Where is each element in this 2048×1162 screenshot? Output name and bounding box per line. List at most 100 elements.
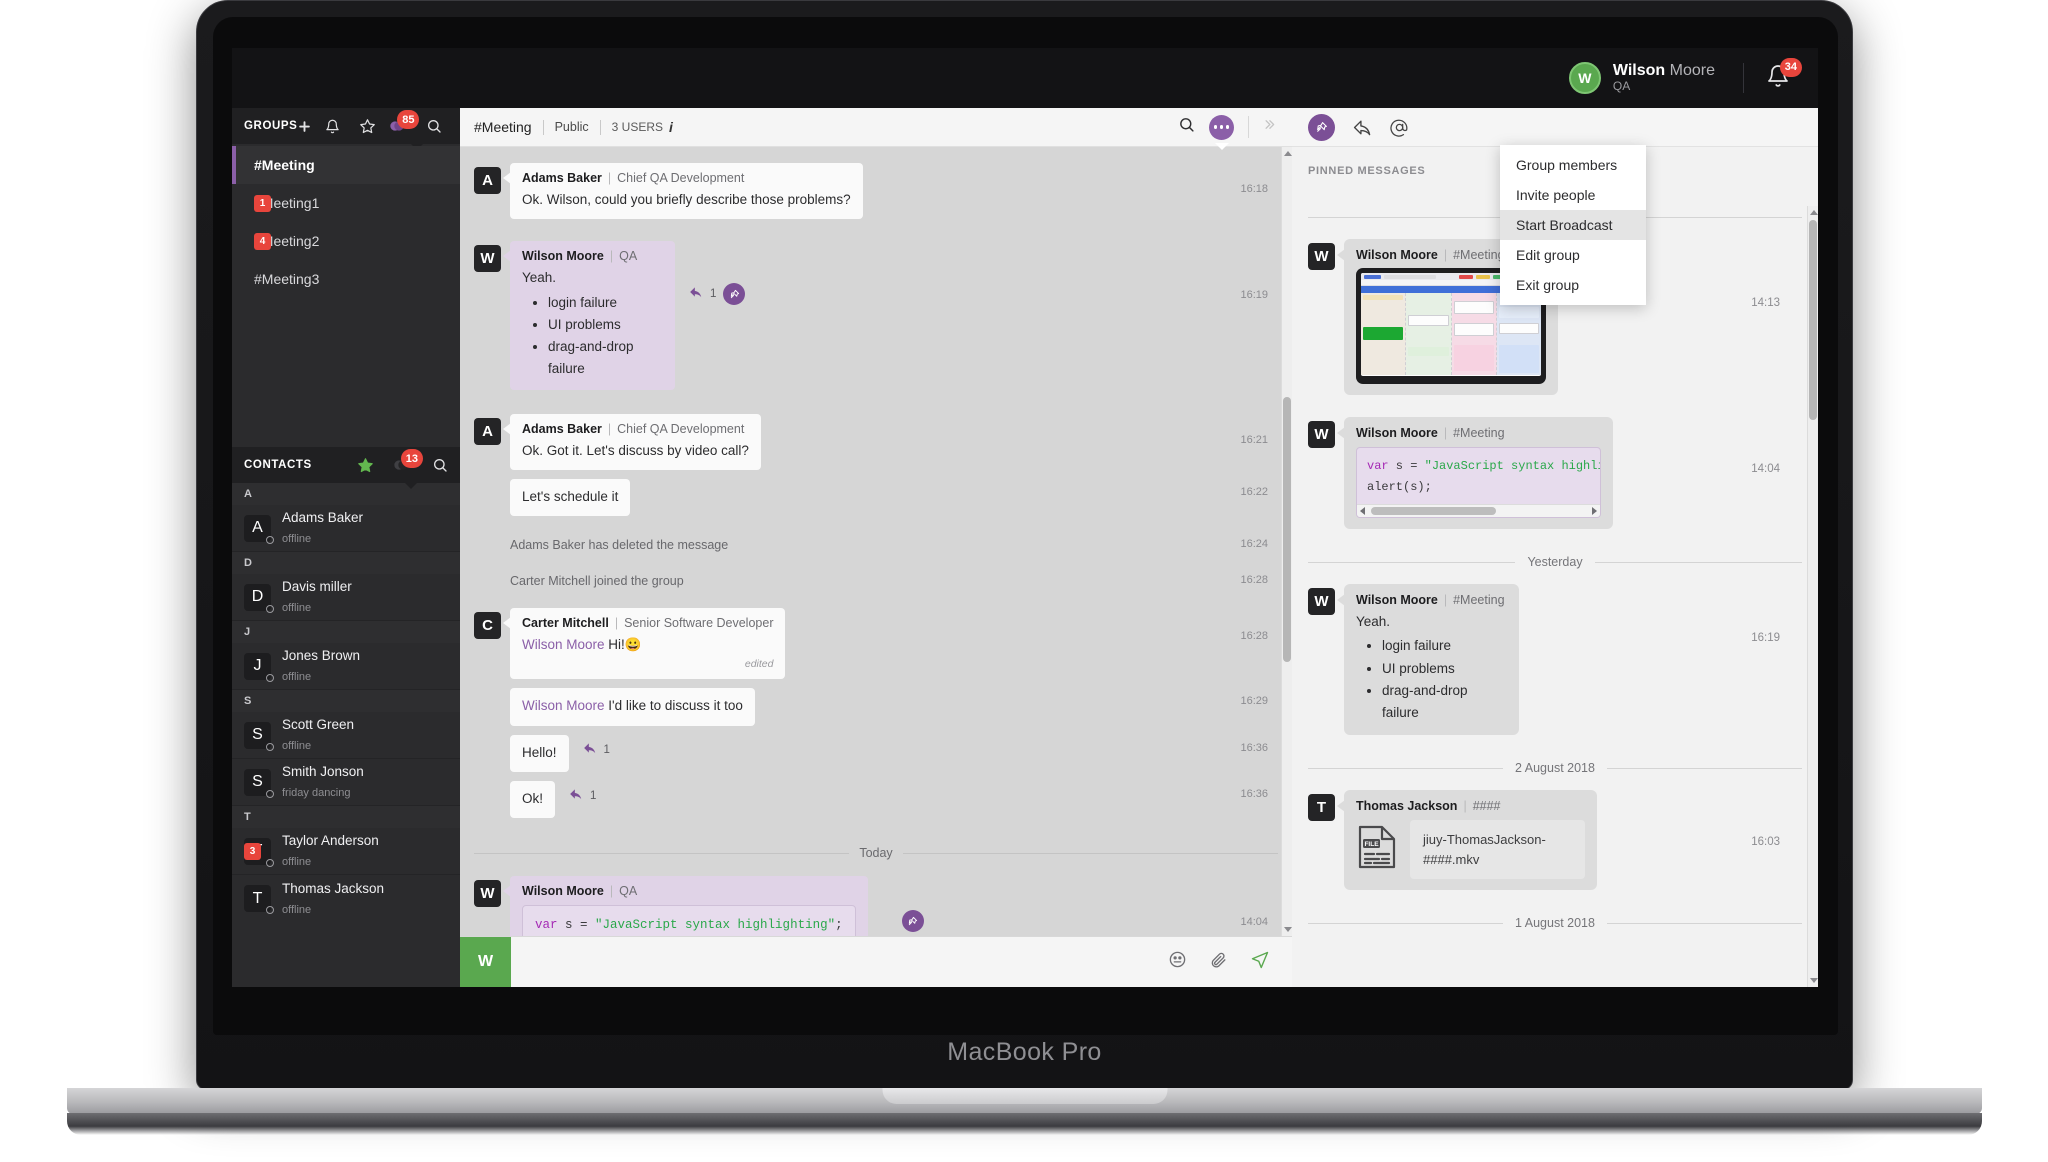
scroll-down-arrow[interactable] bbox=[1810, 978, 1818, 983]
scroll-up-arrow[interactable] bbox=[1284, 151, 1292, 156]
emoji-icon[interactable] bbox=[1168, 950, 1187, 974]
message-input[interactable] bbox=[511, 954, 1168, 970]
pin-icon[interactable] bbox=[723, 283, 746, 306]
reply-icon[interactable] bbox=[583, 741, 597, 759]
group-item-meeting3[interactable]: #Meeting3 bbox=[232, 260, 460, 298]
add-group-icon[interactable] bbox=[297, 119, 312, 134]
notifications-bell-icon[interactable] bbox=[325, 119, 340, 134]
group-options-dropdown[interactable]: Group members Invite people Start Broadc… bbox=[1500, 145, 1646, 305]
alpha-header: J bbox=[232, 621, 460, 643]
contacts-title: CONTACTS bbox=[244, 459, 312, 471]
list-item: login failure bbox=[548, 292, 663, 314]
contact-row[interactable]: D Davis miller offline bbox=[232, 574, 460, 621]
scroll-right-arrow[interactable] bbox=[1592, 507, 1597, 515]
notifications-button[interactable]: 34 bbox=[1766, 57, 1802, 93]
status-dot bbox=[266, 906, 274, 914]
attachment-icon[interactable] bbox=[1209, 950, 1228, 974]
search-icon[interactable] bbox=[426, 118, 442, 134]
send-icon[interactable] bbox=[1250, 950, 1270, 975]
scroll-thumb[interactable] bbox=[1283, 397, 1291, 662]
pinned-message[interactable]: W Wilson Moore|#Meeting Yeah. login fail… bbox=[1292, 584, 1818, 736]
message[interactable]: Wilson Moore I'd like to discuss it too … bbox=[460, 688, 1292, 726]
menu-item-start-broadcast[interactable]: Start Broadcast bbox=[1500, 210, 1646, 240]
favorites-star-icon[interactable] bbox=[359, 118, 376, 135]
contact-name: Jones Brown bbox=[282, 648, 361, 663]
replies-tab-icon[interactable] bbox=[1353, 118, 1372, 137]
reply-count: 1 bbox=[710, 288, 717, 301]
message[interactable]: W Wilson Moore|QA Yeah. login failure UI… bbox=[460, 241, 1292, 390]
message-role: QA bbox=[619, 884, 638, 899]
message[interactable]: Let's schedule it 16:22 bbox=[460, 478, 1292, 517]
message[interactable]: Hello! 1 16:36 bbox=[460, 734, 1292, 772]
scroll-up-arrow[interactable] bbox=[1810, 210, 1818, 215]
code-hscrollbar[interactable] bbox=[1357, 504, 1600, 517]
contact-row[interactable]: T Thomas Jackson offline bbox=[232, 875, 460, 922]
group-item-meeting2[interactable]: #Meeting2 4 bbox=[232, 222, 460, 260]
message-bubble: Carter Mitchell | Senior Software Develope… bbox=[502, 608, 786, 680]
dot-icon bbox=[1219, 125, 1224, 129]
pinned-toolbar bbox=[1292, 108, 1818, 147]
message-list[interactable]: A Adams Baker | Chief QA Development Ok. W… bbox=[460, 147, 1292, 936]
menu-item-invite-people[interactable]: Invite people bbox=[1500, 180, 1646, 210]
contact-row[interactable]: J Jones Brown offline bbox=[232, 643, 460, 690]
message-text: Hi! bbox=[608, 637, 625, 653]
message[interactable]: W Wilson Moore | QA var s = "JavaScript sy… bbox=[460, 876, 1292, 936]
divider bbox=[1248, 116, 1249, 138]
info-icon[interactable]: i bbox=[669, 119, 673, 135]
mention[interactable]: Wilson Moore bbox=[522, 637, 605, 652]
search-icon[interactable] bbox=[432, 457, 448, 473]
scroll-thumb[interactable] bbox=[1371, 507, 1496, 515]
menu-item-exit-group[interactable]: Exit group bbox=[1500, 270, 1646, 300]
contact-row[interactable]: T Taylor Andersonoffline 3 bbox=[232, 828, 460, 875]
current-user[interactable]: W Wilson Moore QA bbox=[1568, 62, 1715, 94]
file-attachment[interactable]: FILE jiuy-ThomasJackson-####.mkv bbox=[1356, 820, 1585, 880]
expand-panel-icon[interactable] bbox=[1263, 116, 1278, 138]
groups-title: GROUPS bbox=[244, 120, 298, 132]
unread-groups-icon[interactable]: 85 bbox=[389, 110, 420, 134]
more-options-button[interactable] bbox=[1209, 114, 1234, 150]
favorites-star-icon[interactable] bbox=[357, 457, 374, 474]
message-group: #Meeting bbox=[1453, 426, 1505, 440]
message-text: Yeah. bbox=[1356, 614, 1391, 629]
scroll-down-arrow[interactable] bbox=[1284, 927, 1292, 932]
message-time: 16:24 bbox=[1240, 538, 1268, 551]
pinned-message[interactable]: T Thomas Jackson | #### FILE jiuy-Thomas… bbox=[1292, 790, 1818, 891]
message-text: Ok. Wilson, could you briefly describe t… bbox=[522, 192, 851, 207]
contact-row[interactable]: S Smith Jonson friday dancing bbox=[232, 759, 460, 806]
group-item-meeting[interactable]: #Meeting bbox=[232, 146, 460, 184]
chat-scrollbar[interactable] bbox=[1281, 147, 1292, 936]
mentions-tab-icon[interactable] bbox=[1390, 118, 1409, 137]
pin-icon[interactable] bbox=[901, 910, 924, 933]
mention[interactable]: Wilson Moore bbox=[522, 698, 605, 713]
message-text: Ok! bbox=[522, 790, 544, 806]
menu-item-edit-group[interactable]: Edit group bbox=[1500, 240, 1646, 270]
pinned-scrollbar[interactable] bbox=[1807, 206, 1818, 987]
pinned-message[interactable]: W Wilson Moore | #Meeting var s = "JavaScr… bbox=[1292, 417, 1818, 529]
scroll-thumb[interactable] bbox=[1809, 220, 1817, 420]
file-icon: FILE bbox=[1356, 824, 1398, 875]
reply-icon[interactable] bbox=[569, 787, 583, 805]
group-item-meeting1[interactable]: #Meeting1 1 bbox=[232, 184, 460, 222]
pinned-list[interactable]: Today W Wilson Moore|#Meeting bbox=[1292, 206, 1818, 987]
message[interactable]: A Adams Baker | Chief QA Development Ok. G… bbox=[460, 413, 1292, 470]
contact-name: Smith Jonson bbox=[282, 764, 364, 779]
reply-icon[interactable] bbox=[689, 285, 703, 303]
chat-user-count[interactable]: 3 USERS bbox=[612, 120, 663, 134]
message[interactable]: Ok! 1 16:36 bbox=[460, 780, 1292, 819]
status-dot bbox=[266, 858, 274, 867]
app-screen: W Wilson Moore QA 34 GROUPS 85 #Meeting … bbox=[232, 48, 1818, 987]
list-item: UI problems bbox=[1382, 658, 1507, 680]
unread-contacts-icon[interactable]: 13 bbox=[393, 449, 423, 473]
message[interactable]: C Carter Mitchell | Senior Software Develo… bbox=[460, 608, 1292, 680]
contact-row[interactable]: A Adams Baker offline bbox=[232, 505, 460, 552]
device-brand-label: MacBook Pro bbox=[947, 1038, 1102, 1066]
contact-row[interactable]: S Scott Green offline bbox=[232, 712, 460, 759]
scroll-left-arrow[interactable] bbox=[1360, 507, 1365, 515]
pinned-tab-icon[interactable] bbox=[1308, 113, 1335, 141]
message-time: 14:13 bbox=[1751, 297, 1780, 309]
dot-icon bbox=[1225, 125, 1230, 129]
menu-item-group-members[interactable]: Group members bbox=[1500, 150, 1646, 180]
message[interactable]: A Adams Baker | Chief QA Development Ok. W… bbox=[460, 163, 1292, 220]
search-icon[interactable] bbox=[1178, 116, 1195, 138]
message-group: #Meeting bbox=[1453, 593, 1505, 607]
